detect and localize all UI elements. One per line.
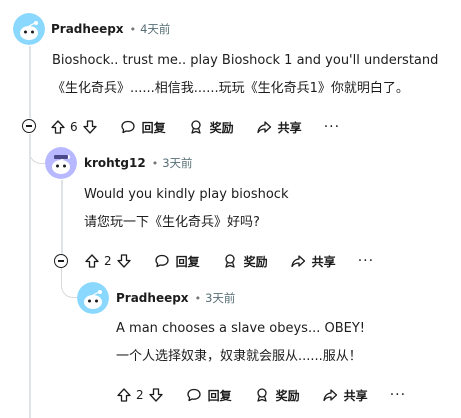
share-label: 共享 (277, 120, 302, 135)
award-button[interactable]: 奖励 (188, 119, 234, 136)
downvote-icon[interactable] (116, 253, 132, 269)
share-button[interactable]: 共享 (256, 119, 302, 136)
vote-group: 2 (84, 253, 132, 269)
share-label: 共享 (343, 388, 368, 403)
vote-group: 2 (116, 387, 164, 403)
vote-count: 2 (136, 388, 144, 402)
share-icon (257, 121, 271, 134)
reply-label: 回复 (175, 254, 200, 269)
reply-icon (120, 120, 135, 134)
avatar[interactable] (13, 13, 45, 45)
author-name[interactable]: Pradheepx (116, 291, 189, 305)
timestamp: 3天前 (205, 291, 236, 305)
reply-label: 回复 (207, 388, 232, 403)
separator-dot: • (151, 156, 159, 170)
thread-connector (29, 134, 45, 164)
share-button[interactable]: 共享 (322, 387, 368, 404)
more-icon[interactable]: ··· (358, 253, 374, 269)
award-button[interactable]: 奖励 (254, 387, 300, 404)
downvote-icon[interactable] (82, 119, 98, 135)
award-button[interactable]: 奖励 (222, 253, 268, 270)
reply-label: 回复 (141, 120, 166, 135)
comment-meta: Pradheepx • 3天前 (116, 290, 235, 306)
comment-text: Bioshock.. trust me.. play Bioshock 1 an… (52, 53, 439, 68)
share-icon (291, 255, 305, 268)
more-icon[interactable]: ··· (390, 387, 406, 403)
share-label: 共享 (311, 254, 336, 269)
thread-line (29, 46, 31, 118)
reply-button[interactable]: 回复 (154, 253, 200, 270)
vote-group: 6 (50, 119, 98, 135)
award-label: 奖励 (275, 388, 300, 403)
comment-text-translation: 一个人选择奴隶，奴隶就会服从......服从！ (116, 349, 362, 364)
timestamp: 4天前 (140, 22, 171, 36)
reply-button[interactable]: 回复 (186, 387, 232, 404)
upvote-icon[interactable] (116, 387, 132, 403)
comment-text: Would you kindly play bioshock (84, 187, 289, 202)
separator-dot: • (129, 22, 137, 36)
comment-meta: krohtg12 • 3天前 (84, 155, 193, 171)
more-icon[interactable]: ··· (324, 119, 340, 135)
award-label: 奖励 (209, 120, 234, 135)
author-name[interactable]: krohtg12 (84, 156, 146, 170)
thread-line (61, 180, 63, 254)
reply-button[interactable]: 回复 (120, 119, 166, 136)
vote-count: 6 (70, 120, 78, 134)
avatar[interactable] (77, 282, 109, 314)
comment-actions: 6 回复 奖励 共享 ··· (50, 113, 340, 141)
reply-icon (154, 254, 169, 268)
reply-icon (186, 388, 201, 402)
award-icon (257, 388, 267, 402)
upvote-icon[interactable] (50, 119, 66, 135)
separator-dot: • (194, 291, 202, 305)
downvote-icon[interactable] (148, 387, 164, 403)
comment-text: A man chooses a slave obeys... OBEY! (116, 321, 365, 336)
award-icon (225, 254, 235, 268)
share-button[interactable]: 共享 (290, 253, 336, 270)
collapse-icon[interactable] (22, 119, 36, 133)
author-name[interactable]: Pradheepx (51, 22, 124, 36)
comment-meta: Pradheepx • 4天前 (51, 21, 170, 37)
award-icon (191, 120, 201, 134)
comment-text-translation: 《生化奇兵》......相信我......玩玩《生化奇兵1》你就明白了。 (52, 81, 409, 96)
thread-line (29, 134, 31, 418)
timestamp: 3天前 (162, 156, 193, 170)
avatar[interactable] (45, 147, 77, 179)
thread-connector (61, 268, 77, 298)
collapse-icon[interactable] (54, 254, 68, 268)
share-icon (323, 389, 337, 402)
vote-count: 2 (104, 254, 112, 268)
comment-actions: 2 回复 奖励 共享 ··· (84, 247, 374, 275)
upvote-icon[interactable] (84, 253, 100, 269)
comment-text-translation: 请您玩一下《生化奇兵》好吗? (84, 215, 260, 230)
comment-actions: 2 回复 奖励 共享 ··· (116, 381, 406, 409)
award-label: 奖励 (243, 254, 268, 269)
